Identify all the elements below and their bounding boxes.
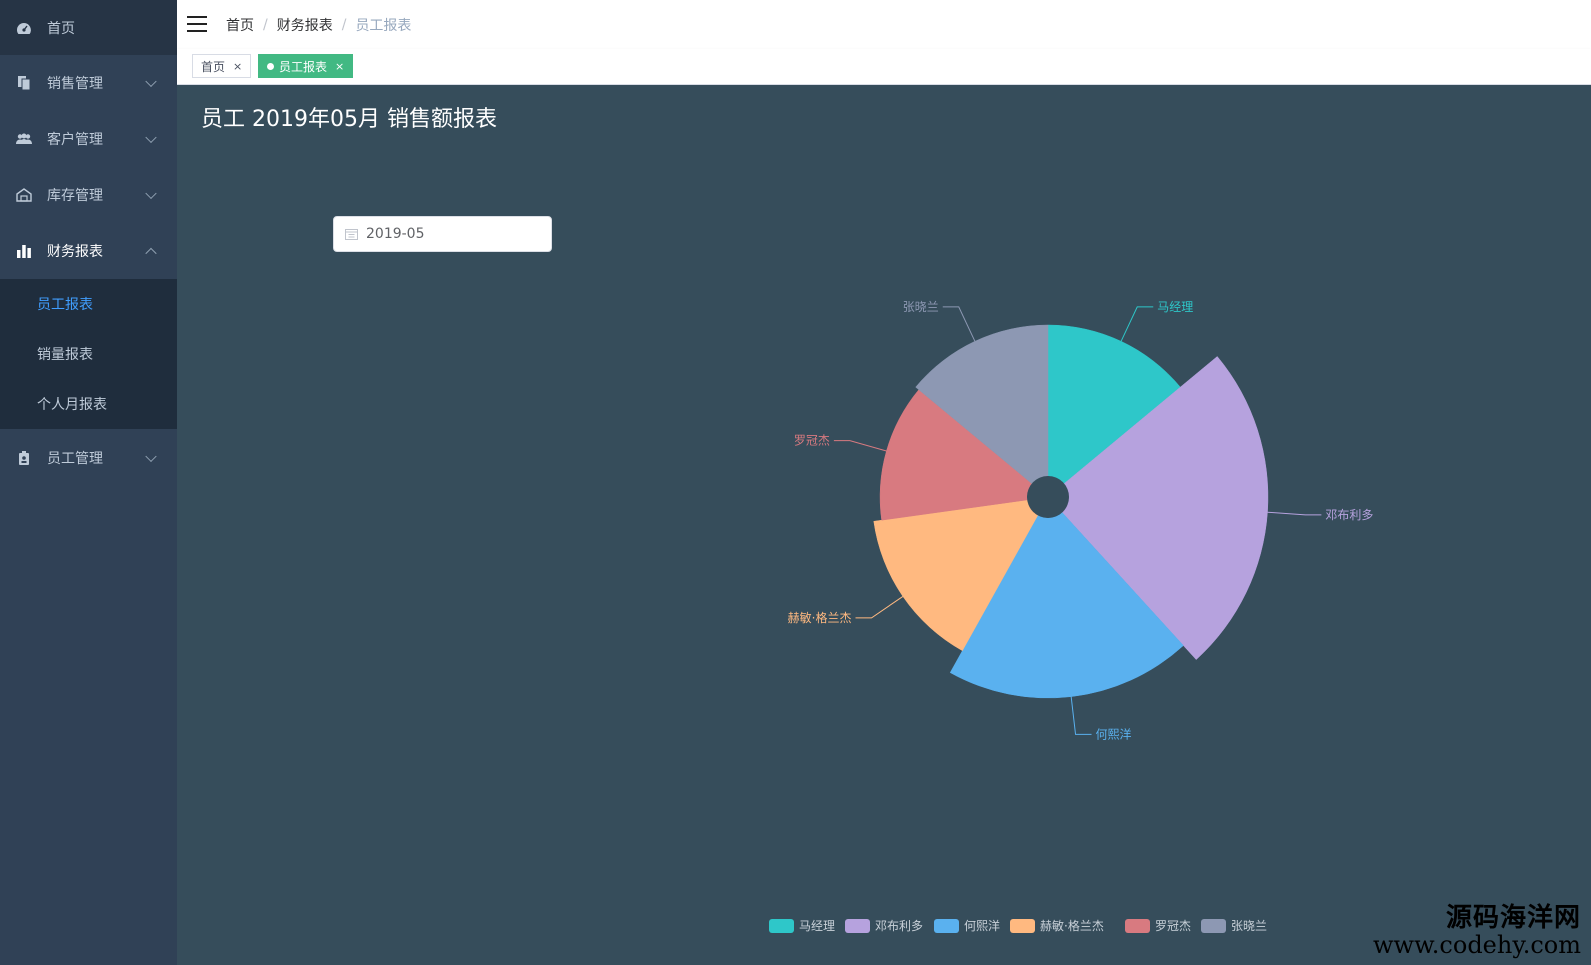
label-leader-line: [855, 596, 904, 619]
legend-swatch[interactable]: [845, 919, 870, 933]
sidebar-item-label: 库存管理: [47, 188, 103, 204]
sidebar: 首页 销售管理 客户管理 库存管理 财务报表 员工报表 销量报表 个人月报表 员…: [0, 0, 177, 965]
sales-rose-chart: 马经理邓布利多何熙洋赫敏·格兰杰罗冠杰张晓兰马经理 邓布利多 何熙洋 赫敏·格兰杰 罗冠…: [769, 300, 1373, 933]
sidebar-item-customers[interactable]: 客户管理: [0, 111, 177, 167]
label-leader-line: [833, 440, 887, 452]
sidebar-item-sales[interactable]: 销售管理: [0, 55, 177, 111]
breadcrumb-current: 员工报表: [355, 17, 412, 34]
close-icon[interactable]: ×: [335, 60, 344, 73]
bar-chart-icon: [16, 243, 32, 259]
slice-label: 邓布利多: [1325, 508, 1373, 522]
slice-label: 张晓兰: [903, 300, 939, 314]
slice-label: 罗冠杰: [794, 434, 830, 448]
users-icon: [16, 131, 32, 147]
main-content: 员工 2019年05月 销售额报表 2019-05 马经理 邓布利多 何熙洋 赫敏·格…: [177, 85, 1591, 965]
slice-label: 何熙洋: [1096, 726, 1132, 741]
label-leader-line: [1120, 306, 1154, 342]
warehouse-icon: [16, 187, 32, 203]
submenu-item-sales-volume-report[interactable]: 销量报表: [0, 329, 177, 379]
tag-label: 首页: [201, 59, 226, 74]
chevron-down-icon: [145, 187, 157, 200]
badge-icon: [16, 450, 32, 466]
legend-label[interactable]: 张晓兰: [1231, 919, 1267, 933]
slice-label: 赫敏·格兰杰: [788, 610, 852, 625]
active-dot-icon: [267, 62, 274, 70]
sidebar-item-label: 首页: [47, 20, 75, 37]
sidebar-item-inventory[interactable]: 库存管理: [0, 167, 177, 223]
navbar: 首页 / 财务报表 / 员工报表: [177, 0, 1591, 50]
donut-hole: [1027, 476, 1069, 518]
slice-label: 马经理: [1157, 300, 1193, 314]
tag-home[interactable]: 首页 ×: [192, 54, 252, 78]
legend-label[interactable]: 罗冠杰: [1155, 919, 1191, 933]
finance-submenu: 员工报表 销量报表 个人月报表: [0, 279, 177, 429]
tag-employee-report[interactable]: 员工报表 ×: [258, 54, 354, 78]
legend-swatch[interactable]: [1125, 919, 1150, 933]
sidebar-item-label: 员工管理: [47, 451, 103, 467]
legend-swatch[interactable]: [934, 919, 959, 933]
label-leader-line: [942, 306, 976, 342]
tag-label: 员工报表: [279, 59, 328, 74]
hamburger-icon[interactable]: [187, 16, 207, 33]
legend-swatch[interactable]: [1010, 919, 1035, 933]
breadcrumb-separator: /: [263, 16, 268, 33]
breadcrumb: 首页 / 财务报表 / 员工报表: [226, 0, 411, 49]
watermark-line-2: www.codehy.com: [1373, 931, 1581, 959]
sidebar-item-label: 客户管理: [47, 132, 103, 148]
legend-swatch[interactable]: [769, 919, 794, 933]
breadcrumb-finance[interactable]: 财务报表: [277, 15, 333, 35]
close-icon[interactable]: ×: [233, 60, 242, 73]
breadcrumb-separator: /: [341, 16, 347, 33]
submenu-item-employee-report[interactable]: 员工报表: [0, 279, 177, 329]
submenu-item-monthly-report[interactable]: 个人月报表: [0, 379, 177, 429]
watermark-line-1: 源码海洋网: [1445, 903, 1581, 933]
sidebar-item-employees[interactable]: 员工管理: [0, 430, 177, 486]
legend-label[interactable]: 邓布利多: [875, 919, 923, 933]
dashboard-icon: [16, 20, 32, 36]
sidebar-item-home[interactable]: 首页: [0, 0, 177, 55]
chart-legend: 马经理 邓布利多 何熙洋 赫敏·格兰杰 罗冠杰 张晓兰: [769, 918, 1267, 933]
legend-label[interactable]: 赫敏·格兰杰: [1040, 918, 1104, 933]
watermark: 源码海洋网 www.codehy.com: [1373, 905, 1581, 957]
sidebar-item-label: 销售管理: [47, 76, 103, 92]
legend-label[interactable]: 何熙洋: [964, 918, 1000, 933]
document-icon: [16, 75, 32, 91]
label-leader-line: [1070, 696, 1092, 735]
chevron-down-icon: [145, 450, 157, 463]
sidebar-item-label: 财务报表: [47, 244, 103, 260]
breadcrumb-home[interactable]: 首页: [226, 15, 254, 35]
legend-label[interactable]: 马经理: [799, 919, 835, 933]
chevron-up-icon: [145, 247, 157, 260]
label-leader-line: [1267, 511, 1322, 516]
tags-view: 首页 × 员工报表 ×: [177, 49, 1591, 85]
legend-swatch[interactable]: [1201, 919, 1226, 933]
sidebar-item-finance[interactable]: 财务报表: [0, 223, 177, 279]
chevron-down-icon: [145, 131, 157, 144]
chevron-down-icon: [145, 75, 157, 88]
